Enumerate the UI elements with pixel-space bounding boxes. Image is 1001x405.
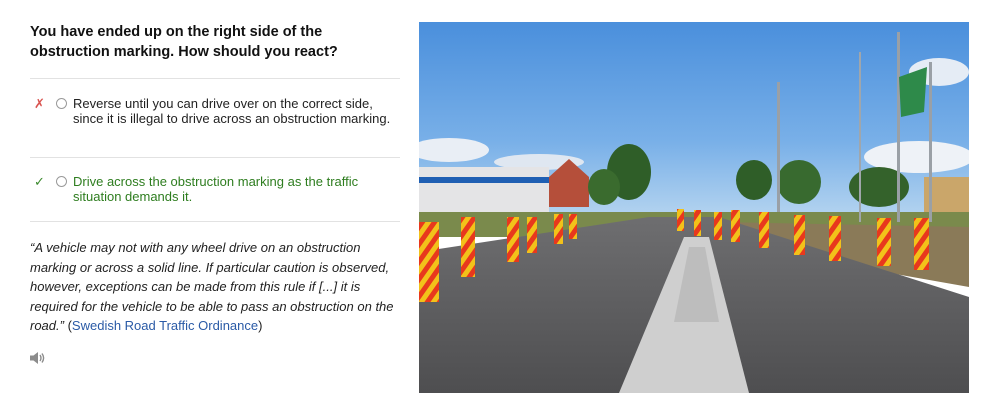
speaker-icon[interactable]	[29, 350, 47, 366]
road-scene-photo	[419, 22, 969, 393]
source-paren-close: )	[258, 318, 263, 333]
divider	[30, 78, 400, 79]
source-paren-open: (	[63, 318, 72, 333]
radio-button[interactable]	[56, 176, 67, 187]
answer-text: Drive across the obstruction marking as …	[73, 174, 359, 204]
divider	[30, 157, 400, 158]
answer-text: Reverse until you can drive over on the …	[73, 96, 391, 126]
radio-button[interactable]	[56, 98, 67, 109]
source-link[interactable]: Swedish Road Traffic Ordinance	[72, 318, 258, 333]
correct-mark-icon: ✓	[34, 174, 45, 189]
incorrect-mark-icon: ✗	[34, 96, 45, 111]
answer-option-1[interactable]: ✗ Reverse until you can drive over on th…	[30, 96, 400, 126]
explanation: “A vehicle may not with any wheel drive …	[30, 238, 402, 336]
question-text: You have ended up on the right side of t…	[30, 24, 338, 60]
divider	[30, 221, 400, 222]
answer-option-2[interactable]: ✓ Drive across the obstruction marking a…	[30, 174, 400, 204]
